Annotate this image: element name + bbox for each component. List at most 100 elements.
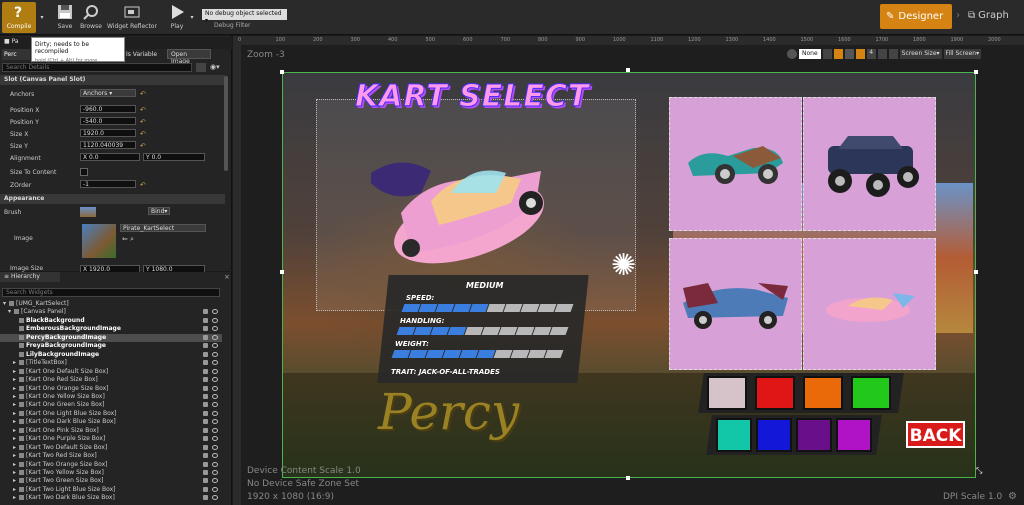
resize-handle-tl[interactable] (280, 70, 284, 74)
reset-icon[interactable]: ↶ (140, 106, 146, 114)
lock-icon[interactable] (203, 461, 208, 467)
lock-icon[interactable] (203, 402, 208, 408)
lock-icon[interactable] (203, 478, 208, 484)
expand-arrow-icon[interactable]: ▸ (13, 461, 16, 468)
expand-arrow-icon[interactable]: ▸ (13, 385, 16, 392)
ruler-icon[interactable] (844, 49, 854, 59)
is-variable-checkbox[interactable]: Is Variable (126, 51, 157, 58)
lock-icon[interactable] (203, 334, 208, 340)
hierarchy-item[interactable]: ▸ [Kart Two Green Size Box] (0, 477, 222, 485)
visibility-eye-icon[interactable] (212, 427, 218, 433)
lock-icon[interactable] (203, 393, 208, 399)
hierarchy-item[interactable]: PercyBackgroundImage (0, 333, 222, 343)
visibility-eye-icon[interactable] (212, 393, 218, 399)
reset-icon[interactable]: ↶ (140, 130, 146, 138)
resize-handle-ml[interactable] (280, 270, 284, 274)
hierarchy-item[interactable]: FreyaBackgroundImage (0, 342, 222, 350)
visibility-eye-icon[interactable] (212, 377, 218, 383)
visibility-eye-icon[interactable] (212, 419, 218, 425)
color-swatch[interactable] (756, 418, 792, 452)
size-y-field[interactable]: 1120.040039 (80, 141, 136, 149)
visibility-eye-icon[interactable] (212, 360, 218, 366)
use-asset-icon[interactable]: ⇐ ⌕ (122, 235, 134, 244)
hierarchy-item[interactable]: ▸ [Kart One Pink Size Box] (0, 427, 222, 435)
lock-icon[interactable] (203, 385, 208, 391)
visibility-eye-icon[interactable] (212, 317, 218, 323)
lock-icon[interactable] (203, 368, 208, 374)
hierarchy-item[interactable]: ▸ [Kart Two Dark Blue Size Box] (0, 494, 222, 502)
widget-name-field[interactable]: Perc (2, 49, 30, 60)
expand-arrow-icon[interactable]: ▸ (13, 427, 16, 434)
hierarchy-item[interactable]: ▸ [Kart One Green Size Box] (0, 401, 222, 409)
lock-icon[interactable] (203, 453, 208, 459)
lock-icon[interactable] (203, 343, 208, 349)
resize-corner-icon[interactable]: ⤡ (976, 466, 984, 475)
hierarchy-item[interactable]: ▾ [Canvas Panel] (0, 308, 222, 316)
expand-arrow-icon[interactable]: ▾ (3, 300, 6, 307)
close-icon[interactable]: × (224, 273, 230, 281)
lock-icon[interactable] (203, 495, 208, 501)
lock-icon[interactable] (203, 360, 208, 366)
graph-mode-button[interactable]: ⧉ Graph (968, 10, 1009, 21)
hierarchy-item[interactable]: ▸ [Kart One Red Size Box] (0, 376, 222, 384)
image-thumbnail[interactable] (82, 224, 116, 258)
alignment-y-field[interactable]: Y 0.0 (143, 153, 205, 161)
slot-section-header[interactable]: Slot (Canvas Panel Slot) (0, 75, 225, 85)
hierarchy-item[interactable]: ▸ [Kart One Light Blue Size Box] (0, 410, 222, 418)
hierarchy-tab[interactable]: ≡ Hierarchy (0, 272, 60, 282)
lock-icon[interactable] (203, 326, 208, 332)
reset-icon[interactable]: ↶ (140, 181, 146, 189)
expand-arrow-icon[interactable]: ▸ (13, 469, 16, 476)
back-button[interactable]: BACK (906, 421, 965, 448)
resize-handle-tm[interactable] (626, 68, 630, 72)
appearance-section-header[interactable]: Appearance (0, 194, 225, 204)
expand-arrow-icon[interactable]: ▸ (13, 393, 16, 400)
hierarchy-search-input[interactable]: Search Widgets (2, 288, 220, 297)
resize-handle-mr[interactable] (974, 270, 978, 274)
lock-icon[interactable] (203, 444, 208, 450)
lock-icon[interactable] (203, 427, 208, 433)
visibility-eye-icon[interactable] (212, 453, 218, 459)
visibility-eye-icon[interactable] (212, 410, 218, 416)
fill-screen-dropdown[interactable]: Fill Screen▾ (943, 49, 982, 59)
reset-icon[interactable]: ↶ (140, 118, 146, 126)
visibility-eye-icon[interactable] (212, 495, 218, 501)
color-swatch[interactable] (716, 418, 752, 452)
visibility-eye-icon[interactable] (212, 461, 218, 467)
expand-arrow-icon[interactable]: ▸ (13, 435, 16, 442)
hierarchy-item[interactable]: ▸ [Kart Two Orange Size Box] (0, 461, 222, 469)
hierarchy-item[interactable]: LilyBackgroundImage (0, 351, 222, 359)
hierarchy-item[interactable]: ▾ [UMG_KartSelect] (0, 300, 222, 308)
lock-icon[interactable] (203, 486, 208, 492)
play-options-dropdown[interactable]: ▾ (188, 2, 196, 33)
lock-icon[interactable] (203, 309, 208, 315)
resize-handle-bm[interactable] (626, 476, 630, 480)
expand-arrow-icon[interactable]: ▸ (13, 368, 16, 375)
lock-icon[interactable] (203, 436, 208, 442)
lock-icon[interactable] (203, 317, 208, 323)
hierarchy-item[interactable]: EmberousBackgroundImage (0, 325, 222, 333)
hierarchy-item[interactable]: ▸ [Kart One Orange Size Box] (0, 385, 222, 393)
expand-arrow-icon[interactable]: ▸ (13, 494, 16, 501)
hierarchy-item[interactable]: ▸ [Kart Two Red Size Box] (0, 452, 222, 460)
respect-locks-icon[interactable] (877, 49, 887, 59)
color-swatch[interactable] (796, 418, 832, 452)
visibility-eye-icon[interactable] (212, 486, 218, 492)
hierarchy-item[interactable]: BlackBackground (0, 317, 222, 325)
visibility-eye-icon[interactable] (212, 309, 218, 315)
hierarchy-item[interactable]: ▸ [TitleTextBox] (0, 359, 222, 367)
visibility-eye-icon[interactable] (212, 444, 218, 450)
color-swatch[interactable] (836, 418, 872, 452)
hierarchy-item[interactable]: ▸ [Kart One Dark Blue Size Box] (0, 418, 222, 426)
debug-object-select[interactable]: No debug object selected ▾ (202, 9, 287, 24)
eye-options-icon[interactable]: ◉▾ (210, 63, 222, 72)
color-swatch[interactable] (851, 376, 891, 410)
expand-arrow-icon[interactable]: ▾ (8, 308, 11, 315)
visibility-eye-icon[interactable] (212, 368, 218, 374)
expand-arrow-icon[interactable]: ▸ (13, 477, 16, 484)
hierarchy-item[interactable]: ▸ [Kart One Purple Size Box] (0, 435, 222, 443)
position-x-field[interactable]: -960.0 (80, 105, 136, 113)
visibility-eye-icon[interactable] (212, 470, 218, 475)
expand-arrow-icon[interactable]: ▸ (13, 401, 16, 408)
snap-icon[interactable] (822, 49, 832, 59)
